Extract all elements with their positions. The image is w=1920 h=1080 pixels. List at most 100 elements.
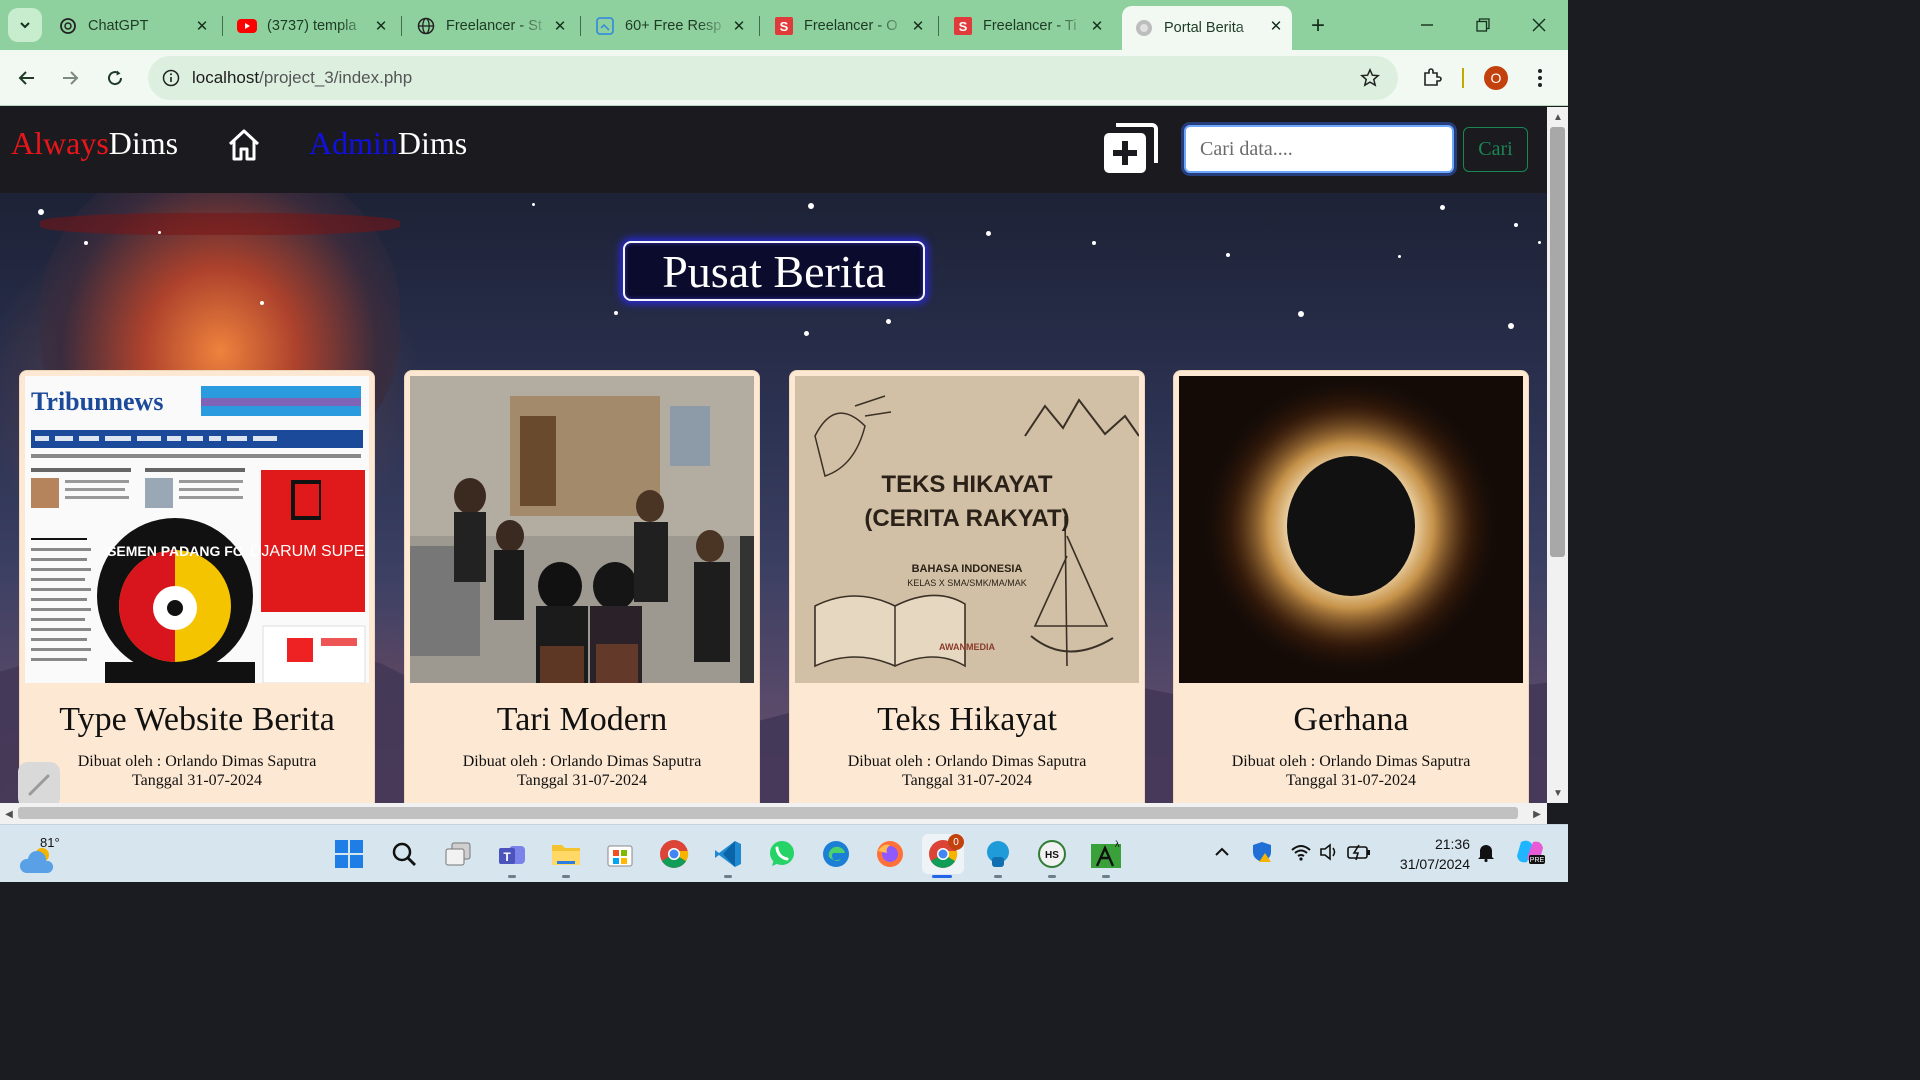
tab-freelancer-ti[interactable]: S Freelancer - Ti ✕ [941, 8, 1113, 44]
show-hidden-icons-button[interactable] [1209, 839, 1235, 865]
card-title[interactable]: Gerhana [1174, 701, 1528, 739]
tab-title: Freelancer - Ti [983, 18, 1077, 34]
speaker-icon [1320, 843, 1336, 861]
restore-icon [1476, 18, 1490, 32]
vertical-scrollbar[interactable]: ▲ ▼ [1547, 107, 1568, 803]
add-post-icon[interactable] [1102, 121, 1158, 175]
tab-free-resp[interactable]: 60+ Free Resp ✕ [583, 8, 755, 44]
taskbar-chrome[interactable] [654, 834, 694, 874]
minimize-button[interactable] [1412, 10, 1442, 40]
tab-chatgpt[interactable]: ChatGPT ✕ [46, 8, 218, 44]
thumb-text: BAHASA INDONESIA [912, 563, 1023, 575]
close-icon[interactable]: ✕ [729, 16, 749, 36]
taskbar-file-explorer[interactable] [546, 834, 586, 878]
close-icon[interactable]: ✕ [371, 16, 391, 36]
back-button[interactable] [11, 62, 43, 94]
wifi-tray-icon[interactable] [1288, 839, 1314, 865]
taskbar-vscode[interactable] [708, 834, 748, 878]
scroll-down-icon[interactable]: ▼ [1551, 786, 1565, 800]
star-dot [1538, 241, 1541, 244]
tab-freelancer-o[interactable]: S Freelancer - O ✕ [762, 8, 934, 44]
card-thumbnail[interactable]: TEKS HIKAYAT (CERITA RAKYAT) BAHASA INDO… [795, 376, 1139, 683]
tab-separator [401, 16, 402, 36]
minimize-icon [1421, 24, 1433, 26]
admin-link[interactable]: AdminDims [309, 125, 467, 162]
reload-button[interactable] [99, 62, 131, 94]
brand-link[interactable]: AlwaysDims [11, 125, 178, 162]
scroll-left-icon[interactable]: ◀ [2, 807, 16, 821]
tab-portal-berita[interactable]: Portal Berita ✕ [1122, 6, 1292, 50]
close-icon[interactable]: ✕ [1087, 16, 1107, 36]
tab-freelancer-st[interactable]: Freelancer - St ✕ [404, 8, 576, 44]
news-card[interactable]: TEKS HIKAYAT (CERITA RAKYAT) BAHASA INDO… [789, 370, 1145, 803]
taskbar-firefox[interactable] [870, 834, 910, 874]
restore-button[interactable] [1468, 10, 1498, 40]
copilot-button[interactable]: PRE [1514, 839, 1546, 865]
card-thumbnail[interactable] [1179, 376, 1523, 683]
taskbar-xampp[interactable]: λ [1086, 834, 1126, 878]
tab-youtube[interactable]: (3737) templa ✕ [225, 8, 397, 44]
card-thumbnail[interactable]: Tribunnews DJARUM SUPER SEMEN PADANG FC [25, 376, 369, 683]
floating-widget-button[interactable] [18, 762, 60, 803]
site-info-icon[interactable] [158, 65, 184, 91]
news-card[interactable]: Gerhana Dibuat oleh : Orlando Dimas Sapu… [1173, 370, 1529, 803]
taskbar-store[interactable] [600, 834, 640, 874]
battery-tray-icon[interactable] [1346, 839, 1372, 865]
card-thumbnail[interactable] [410, 376, 754, 683]
search-button[interactable]: Cari [1463, 127, 1528, 172]
taskbar-search-button[interactable] [384, 834, 424, 874]
bookmark-star-icon[interactable] [1358, 66, 1382, 90]
card-date: Tanggal 31-07-2024 [902, 772, 1032, 789]
news-card[interactable]: Tari Modern Dibuat oleh : Orlando Dimas … [404, 370, 760, 803]
profile-button[interactable]: O [1480, 62, 1512, 94]
system-clock[interactable]: 21:36 31/07/2024 [1386, 834, 1470, 874]
close-icon[interactable]: ✕ [550, 16, 570, 36]
close-icon[interactable]: ✕ [1266, 16, 1286, 36]
scroll-up-icon[interactable]: ▲ [1551, 110, 1565, 124]
scrollbar-thumb[interactable] [1550, 127, 1565, 557]
close-icon[interactable]: ✕ [908, 16, 928, 36]
search-input[interactable] [1184, 125, 1454, 173]
card-title[interactable]: Tari Modern [405, 701, 759, 739]
tab-title: ChatGPT [88, 18, 149, 34]
news-card[interactable]: Tribunnews DJARUM SUPER SEMEN PADANG FC … [19, 370, 375, 803]
extensions-button[interactable] [1416, 62, 1448, 94]
tab-search-button[interactable] [8, 8, 42, 42]
scroll-right-icon[interactable]: ▶ [1530, 807, 1544, 821]
close-icon[interactable]: ✕ [192, 16, 212, 36]
thumb-text: KELAS X SMA/SMK/MA/MAK [907, 578, 1027, 588]
card-title[interactable]: Teks Hikayat [790, 701, 1144, 739]
tab-separator [222, 16, 223, 36]
notifications-button[interactable] [1473, 839, 1499, 865]
security-tray-icon[interactable] [1249, 839, 1275, 865]
taskbar-teams[interactable]: T [492, 834, 532, 878]
browser-menu-button[interactable] [1524, 62, 1556, 94]
taskbar-onedrive[interactable] [978, 834, 1018, 878]
scrollbar-thumb[interactable] [18, 807, 1518, 819]
store-icon [607, 845, 633, 867]
taskbar-hs-app[interactable]: HS [1032, 834, 1072, 878]
new-tab-button[interactable]: + [1304, 12, 1332, 40]
task-view-button[interactable] [438, 834, 478, 874]
start-button[interactable] [329, 834, 369, 874]
horizontal-scrollbar[interactable]: ◀ ▶ [0, 803, 1547, 824]
card-title[interactable]: Type Website Berita [20, 701, 374, 739]
taskbar-whatsapp[interactable] [762, 834, 802, 874]
arrow-right-icon [63, 71, 79, 85]
volume-tray-icon[interactable] [1316, 839, 1342, 865]
more-vertical-icon [1538, 69, 1542, 87]
running-indicator [508, 875, 516, 878]
star-dot [1514, 223, 1518, 227]
star-dot [1092, 241, 1096, 245]
close-window-button[interactable] [1524, 10, 1554, 40]
thumb-text: AWANMEDIA [939, 642, 996, 652]
admin-part-blue: Admin [309, 125, 398, 161]
taskbar-edge[interactable] [816, 834, 856, 874]
forward-button[interactable] [54, 62, 86, 94]
weather-widget[interactable]: 81° [20, 835, 60, 873]
s-icon: S [953, 16, 973, 36]
home-icon[interactable] [226, 127, 262, 163]
arrow-left-icon [18, 71, 34, 85]
address-bar[interactable]: localhost/project_3/index.php [148, 56, 1398, 100]
taskbar-chrome-profile[interactable]: 0 [922, 834, 964, 878]
